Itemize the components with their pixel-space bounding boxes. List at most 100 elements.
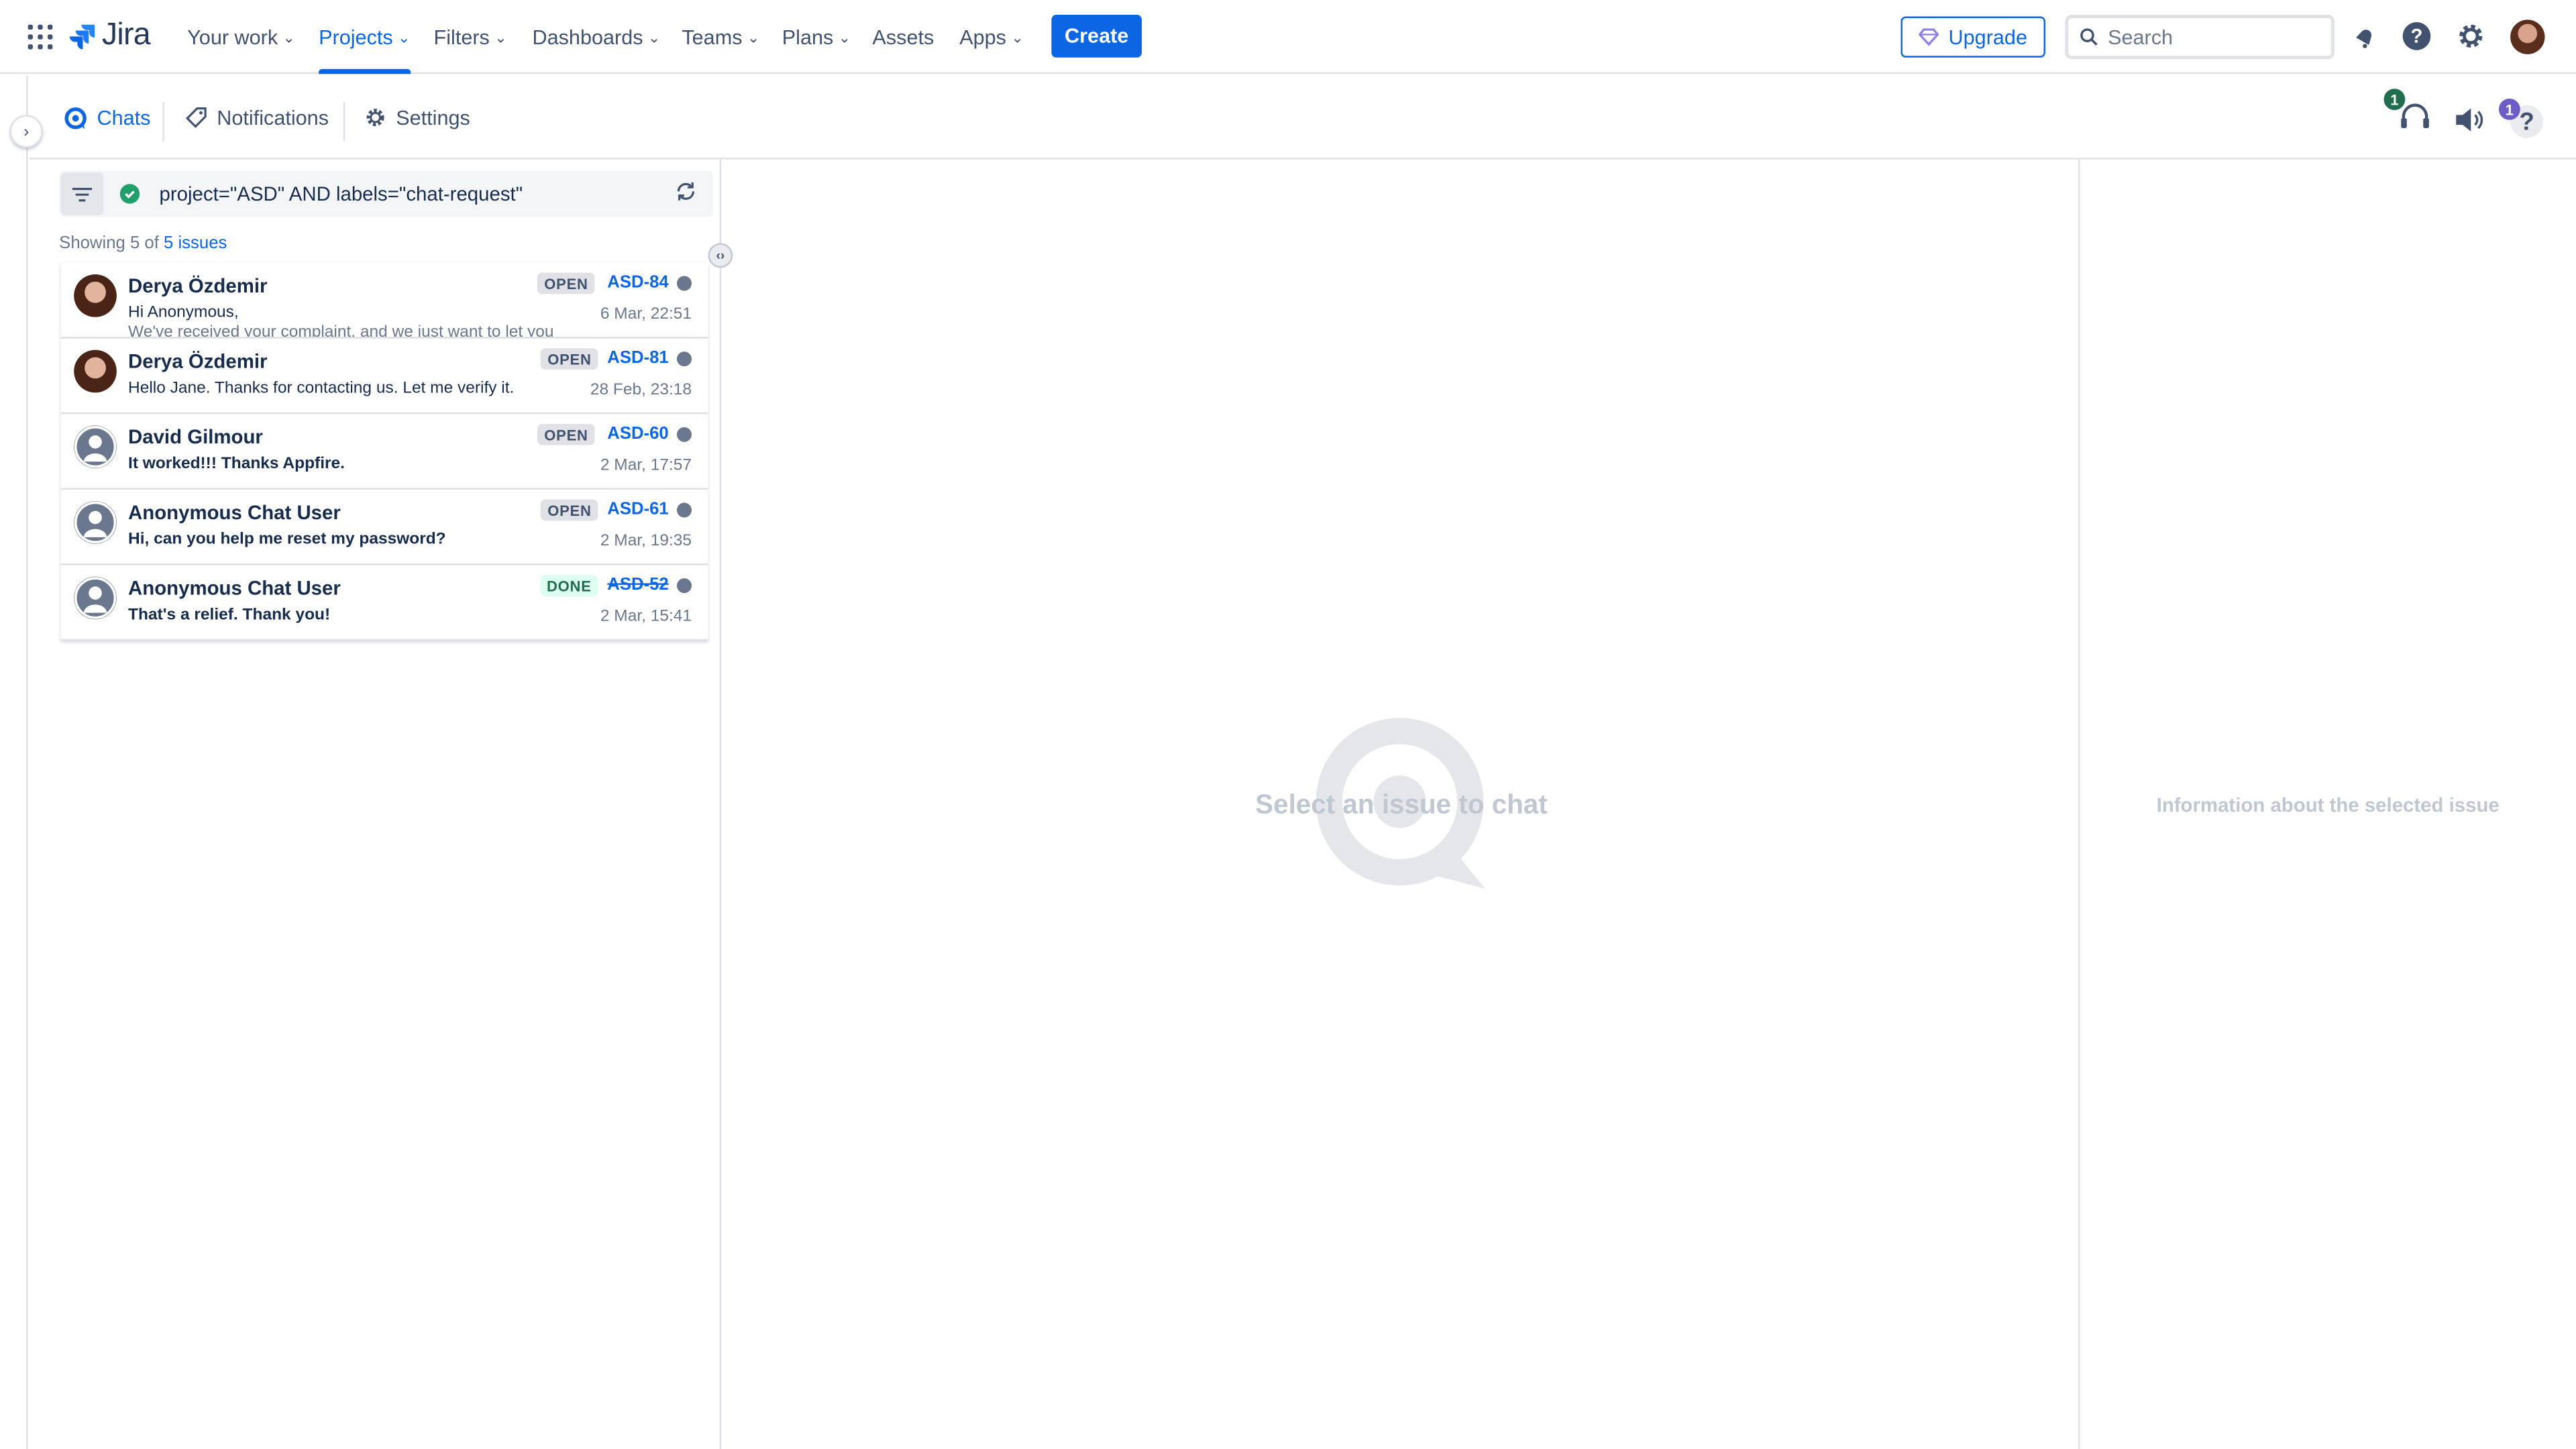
jql-query-input[interactable]: project="ASD" AND labels="chat-request"	[160, 182, 676, 205]
agent-status-headset-icon[interactable]: 1	[2383, 89, 2433, 135]
list-item[interactable]: Derya Özdemir Hi Anonymous, We've receiv…	[60, 262, 708, 339]
tab-label: Settings	[396, 105, 470, 129]
issue-key-link[interactable]: ASD-61	[607, 499, 668, 519]
list-item[interactable]: Derya Özdemir Hello Jane. Thanks for con…	[60, 338, 708, 415]
status-badge: OPEN	[541, 499, 598, 521]
issue-key-link[interactable]: ASD-81	[607, 348, 668, 368]
nav-label: Your work	[187, 25, 278, 49]
list-item[interactable]: David Gilmour It worked!!! Thanks Appfir…	[60, 414, 708, 490]
nav-apps[interactable]: Apps ⌄	[959, 0, 1024, 74]
empty-chat-text: Select an issue to chat	[1255, 790, 1548, 820]
jira-logo-icon	[69, 24, 95, 50]
nav-your-work[interactable]: Your work ⌄	[187, 0, 295, 74]
avatar	[74, 576, 117, 620]
upgrade-label: Upgrade	[1948, 25, 2027, 49]
valid-query-check-icon	[119, 184, 140, 204]
create-button[interactable]: Create	[1051, 15, 1142, 58]
issue-timestamp: 2 Mar, 19:35	[600, 532, 692, 551]
chevron-down-icon: ⌄	[398, 28, 411, 46]
avatar	[74, 425, 117, 468]
jira-logo[interactable]: Jira	[69, 17, 151, 54]
issue-reporter-name: Derya Özdemir	[128, 350, 268, 373]
nav-dashboards[interactable]: Dashboards ⌄	[532, 0, 660, 74]
presence-dot	[676, 352, 692, 367]
chat-help-icon[interactable]: ? 1	[2498, 98, 2545, 140]
nav-label: Assets	[872, 25, 934, 49]
issue-timestamp: 6 Mar, 22:51	[600, 305, 692, 324]
nav-assets[interactable]: Assets	[872, 0, 934, 74]
nav-label: Projects	[319, 25, 393, 49]
status-badge: OPEN	[537, 423, 595, 445]
nav-projects[interactable]: Projects ⌄	[319, 0, 411, 74]
chat-list-panel: project="ASD" AND labels="chat-request" …	[30, 159, 733, 1449]
list-item[interactable]: Anonymous Chat User Hi, can you help me …	[60, 489, 708, 566]
diamond-icon	[1919, 28, 1939, 46]
app-name: Jira	[101, 17, 151, 53]
svg-text:?: ?	[2519, 107, 2534, 135]
issue-reporter-name: Anonymous Chat User	[128, 500, 341, 525]
gear-icon	[366, 109, 384, 127]
tab-chats[interactable]: Chats	[64, 76, 151, 160]
issue-reporter-name: David Gilmour	[128, 425, 263, 449]
nav-filters[interactable]: Filters ⌄	[434, 0, 507, 74]
chevron-down-icon: ⌄	[647, 28, 661, 46]
issue-reporter-name: Anonymous Chat User	[128, 576, 341, 600]
notifications-bell-icon[interactable]	[2349, 21, 2379, 51]
issue-last-message: Hi, can you help me reset my password?	[128, 531, 446, 549]
status-badge: DONE	[540, 575, 598, 596]
search-icon	[2080, 28, 2098, 46]
presence-dot	[676, 427, 692, 442]
nav-label: Dashboards	[532, 25, 643, 49]
empty-chat-state: Select an issue to chat	[723, 160, 2080, 1449]
jql-filter-bar: project="ASD" AND labels="chat-request"	[59, 170, 713, 217]
user-avatar[interactable]	[2510, 19, 2545, 54]
issue-last-message: Hello Jane. Thanks for contacting us. Le…	[128, 379, 515, 398]
issue-timestamp: 28 Feb, 23:18	[590, 381, 692, 400]
refresh-icon[interactable]	[676, 180, 697, 207]
nav-label: Plans	[782, 25, 834, 49]
issue-last-message: Hi Anonymous,	[128, 304, 239, 323]
search-input[interactable]: Search	[2065, 15, 2335, 60]
svg-text:?: ?	[2411, 25, 2423, 48]
chevron-down-icon: ⌄	[747, 28, 760, 46]
app-switcher-icon[interactable]	[28, 24, 53, 50]
issue-key-link[interactable]: ASD-84	[607, 273, 668, 292]
issue-key-link[interactable]: ASD-60	[607, 424, 668, 443]
issue-reporter-name: Derya Özdemir	[128, 274, 268, 298]
results-count: Showing 5 of 5 issues	[59, 233, 227, 253]
top-navigation: Jira Your work ⌄ Projects ⌄ Filters ⌄ Dashb…	[0, 0, 2576, 74]
issue-list: Derya Özdemir Hi Anonymous, We've receiv…	[60, 262, 708, 641]
settings-gear-icon[interactable]	[2456, 21, 2485, 51]
list-item[interactable]: Anonymous Chat User That's a relief. Tha…	[60, 565, 708, 641]
chat-bubble-icon	[64, 106, 87, 129]
results-count-prefix: Showing 5 of	[59, 233, 159, 254]
filter-icon[interactable]	[60, 172, 104, 215]
help-icon[interactable]: ?	[2402, 21, 2431, 51]
search-placeholder: Search	[2108, 25, 2174, 49]
upgrade-button[interactable]: Upgrade	[1900, 16, 2046, 58]
nav-plans[interactable]: Plans ⌄	[782, 0, 851, 74]
status-badge: OPEN	[537, 272, 595, 294]
tab-divider	[162, 101, 164, 142]
agent-badge: 1	[2383, 89, 2406, 111]
help-badge: 1	[2498, 98, 2520, 120]
sound-speaker-icon[interactable]	[2455, 107, 2484, 133]
issue-last-message: That's a relief. Thank you!	[128, 606, 331, 625]
avatar	[74, 350, 117, 393]
chevron-down-icon: ⌄	[494, 28, 507, 46]
app-subnav: Chats Notifications Settings 1 ? 1	[30, 76, 2576, 160]
issue-info-panel: Information about the selected issue	[2080, 160, 2576, 1449]
tab-label: Chats	[97, 105, 151, 129]
nav-teams[interactable]: Teams ⌄	[682, 0, 759, 74]
tab-notifications[interactable]: Notifications	[185, 76, 329, 160]
issue-timestamp: 2 Mar, 15:41	[600, 608, 692, 627]
results-count-link[interactable]: 5 issues	[164, 233, 227, 253]
presence-dot	[676, 276, 692, 291]
sidebar-rail	[0, 75, 28, 1449]
issue-last-message: It worked!!! Thanks Appfire.	[128, 455, 345, 474]
chevron-down-icon: ⌄	[282, 28, 296, 46]
tab-settings[interactable]: Settings	[365, 76, 470, 160]
tag-bell-icon	[185, 107, 207, 128]
tab-label: Notifications	[217, 105, 329, 129]
issue-key-link[interactable]: ASD-52	[607, 575, 668, 594]
